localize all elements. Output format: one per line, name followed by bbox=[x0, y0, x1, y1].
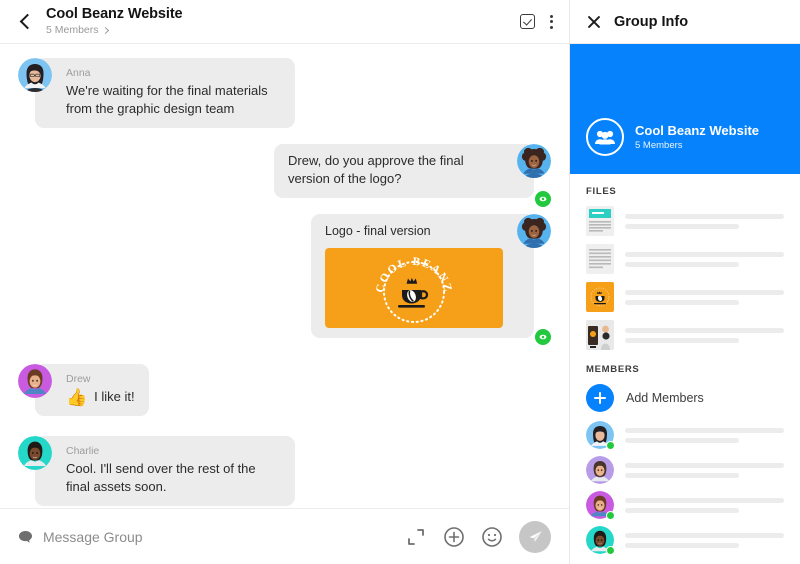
message-text: Drew, do you approve the final version o… bbox=[288, 152, 464, 187]
eye-seen-icon bbox=[539, 335, 547, 340]
avatar-charlie bbox=[586, 526, 615, 555]
list-item-member[interactable] bbox=[586, 491, 784, 520]
files-section-label: FILES bbox=[586, 186, 617, 197]
group-banner: Cool Beanz Website 5 Members bbox=[570, 44, 800, 174]
message-bubble: Drew 👍 I like it! bbox=[35, 364, 149, 416]
group-info-header: Group Info bbox=[570, 0, 800, 44]
close-icon[interactable] bbox=[586, 14, 602, 30]
list-item-file[interactable] bbox=[586, 244, 784, 274]
list-item-member[interactable] bbox=[586, 421, 784, 450]
list-item-member[interactable] bbox=[586, 456, 784, 484]
message-bubble: Anna We're waiting for the final materia… bbox=[35, 58, 295, 128]
avatar-drew bbox=[586, 491, 615, 520]
composer-actions bbox=[405, 520, 551, 553]
document-plain-thumb bbox=[586, 244, 614, 274]
message-text: I like it! bbox=[94, 389, 135, 405]
photo-coffee-thumb bbox=[586, 320, 614, 350]
file-name-placeholder bbox=[625, 289, 784, 305]
smiley-icon[interactable] bbox=[481, 526, 503, 548]
more-vertical-icon[interactable] bbox=[549, 14, 553, 30]
list-item-file[interactable] bbox=[586, 282, 784, 312]
message-text: Cool. I'll send over the rest of the fin… bbox=[66, 460, 256, 495]
member-name-placeholder bbox=[625, 462, 784, 478]
document-teal-header-thumb bbox=[586, 206, 614, 236]
file-name-placeholder bbox=[625, 327, 784, 343]
message-bubble: Charlie Cool. I'll send over the rest of… bbox=[35, 435, 295, 506]
message-row-logo: Logo - final version COOL BEANZ bbox=[18, 213, 551, 346]
eye-seen-icon bbox=[539, 196, 547, 201]
chat-bubble-icon bbox=[18, 530, 33, 543]
avatar-self bbox=[517, 213, 551, 248]
plus-circle-icon bbox=[586, 384, 614, 412]
messaging-app-window: Cool Beanz Website 5 Members Anna We're … bbox=[0, 0, 800, 564]
message-sender: Charlie bbox=[66, 444, 100, 457]
file-name-placeholder bbox=[625, 251, 784, 267]
message-composer bbox=[0, 508, 569, 564]
chat-title-block: Cool Beanz Website 5 Members bbox=[46, 5, 520, 37]
composer-input-area bbox=[18, 528, 405, 545]
chat-header-actions bbox=[520, 14, 553, 30]
thumbs-up-emoji: 👍 bbox=[66, 388, 88, 408]
avatar-self bbox=[517, 143, 551, 178]
online-status-dot bbox=[606, 441, 615, 450]
plus-circle-icon[interactable] bbox=[443, 526, 465, 548]
svg-text:COOL BEANZ: COOL BEANZ bbox=[374, 256, 454, 294]
list-item-file[interactable] bbox=[586, 320, 784, 350]
message-sender: Drew bbox=[66, 373, 91, 386]
message-row-charlie: Charlie Cool. I'll send over the rest of… bbox=[18, 435, 551, 506]
group-banner-content: Cool Beanz Website 5 Members bbox=[586, 118, 759, 156]
outgoing-wrap: Drew, do you approve the final version o… bbox=[274, 143, 551, 207]
send-button[interactable] bbox=[519, 520, 551, 553]
file-name-placeholder bbox=[625, 213, 784, 229]
chevron-right-icon bbox=[101, 26, 109, 34]
online-status-dot bbox=[606, 511, 615, 520]
group-info-title: Group Info bbox=[614, 13, 689, 30]
group-member-count: 5 Members bbox=[635, 140, 683, 152]
search-input message-input[interactable] bbox=[42, 528, 405, 545]
image-caption: Logo - final version bbox=[325, 223, 431, 238]
send-paper-plane-icon bbox=[529, 531, 542, 542]
cool-beanz-logo-attachment[interactable]: COOL BEANZ bbox=[325, 248, 503, 329]
checkbox-square-icon[interactable] bbox=[520, 14, 535, 29]
list-item-member[interactable] bbox=[586, 526, 784, 555]
message-row-approve: Drew, do you approve the final version o… bbox=[18, 143, 551, 207]
online-status-dot bbox=[606, 546, 615, 555]
avatar-charlie bbox=[18, 435, 52, 470]
chat-pane: Cool Beanz Website 5 Members Anna We're … bbox=[0, 0, 570, 564]
member-count-label: 5 Members bbox=[46, 23, 99, 36]
list-item-file[interactable] bbox=[586, 206, 784, 236]
add-members-button[interactable]: Add Members bbox=[586, 384, 784, 412]
page-title: Cool Beanz Website bbox=[46, 5, 183, 22]
member-name-placeholder bbox=[625, 532, 784, 548]
group-info-body: FILES MEMBERS Add Members bbox=[570, 174, 800, 564]
avatar-member2 bbox=[586, 456, 614, 484]
message-bubble: Drew, do you approve the final version o… bbox=[274, 143, 534, 198]
seen-indicator bbox=[535, 190, 551, 207]
group-people-icon bbox=[586, 118, 624, 156]
group-banner-text: Cool Beanz Website 5 Members bbox=[635, 123, 759, 151]
members-section-label: MEMBERS bbox=[586, 364, 640, 375]
expand-icon[interactable] bbox=[405, 526, 427, 548]
group-info-panel: Group Info Cool Beanz Website 5 Members … bbox=[570, 0, 800, 564]
message-row-drew: Drew 👍 I like it! bbox=[18, 364, 551, 416]
cool-beanz-logo-thumb bbox=[586, 282, 614, 312]
message-text-with-emoji: 👍 I like it! bbox=[66, 388, 135, 406]
chat-header: Cool Beanz Website 5 Members bbox=[0, 0, 569, 44]
back-arrow-icon[interactable] bbox=[18, 11, 34, 33]
seen-indicator bbox=[535, 329, 551, 346]
member-count-link[interactable]: 5 Members bbox=[46, 23, 520, 37]
member-name-placeholder bbox=[625, 497, 784, 513]
message-row-anna: Anna We're waiting for the final materia… bbox=[18, 58, 551, 128]
avatar-anna bbox=[586, 421, 615, 450]
add-members-label: Add Members bbox=[626, 391, 704, 405]
outgoing-wrap: Logo - final version COOL BEANZ bbox=[311, 213, 551, 346]
message-sender: Anna bbox=[66, 67, 91, 79]
image-message-bubble[interactable]: Logo - final version COOL BEANZ bbox=[311, 213, 534, 339]
group-name: Cool Beanz Website bbox=[635, 122, 760, 138]
member-name-placeholder bbox=[625, 427, 784, 443]
avatar-anna bbox=[18, 58, 52, 92]
message-text: We're waiting for the final materials fr… bbox=[66, 82, 268, 117]
message-list: Anna We're waiting for the final materia… bbox=[0, 44, 569, 508]
